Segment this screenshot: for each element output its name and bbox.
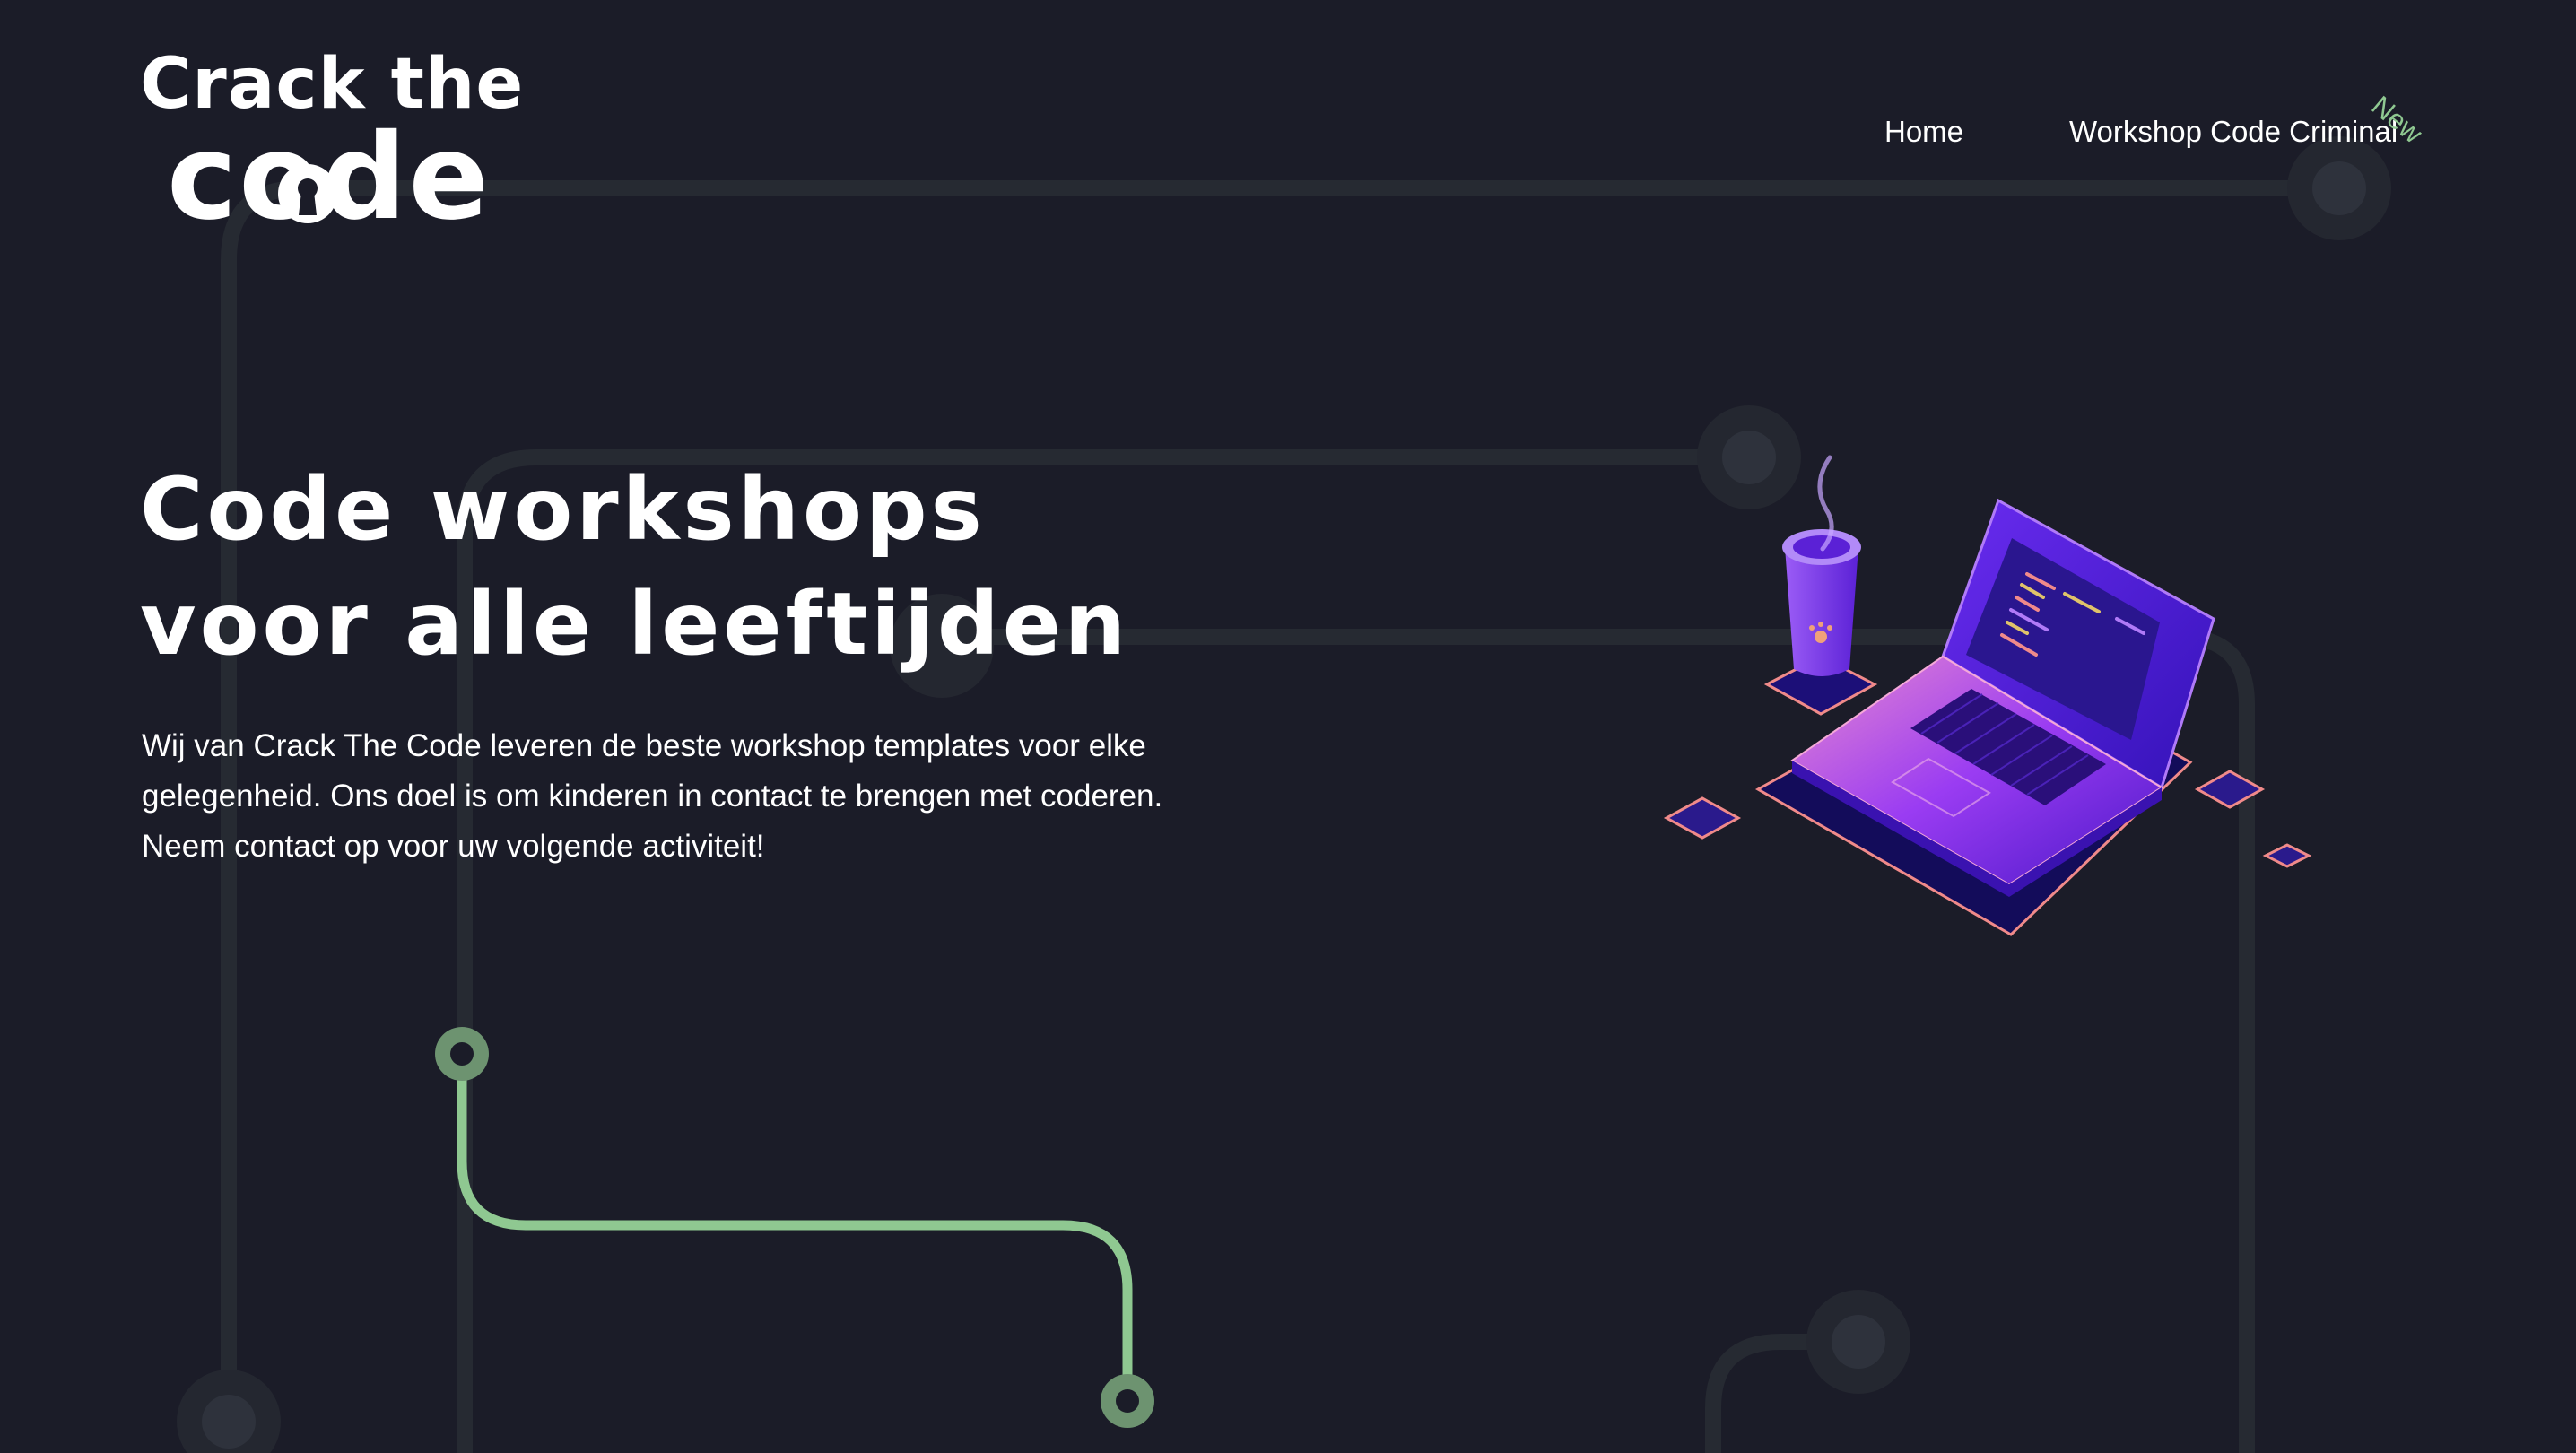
- hero-intro: Wij van Crack The Code leveren de beste …: [142, 728, 1163, 864]
- hero-title-line1: Code workshops: [140, 459, 986, 560]
- nav-item-home[interactable]: Home: [1884, 115, 1963, 149]
- nav-item-workshop-code-criminal[interactable]: Workshop Code Criminal: [2069, 115, 2398, 149]
- hero-title: Code workshops voor alle leeftijden: [140, 452, 1306, 682]
- active-circuit-path: [435, 1027, 1154, 1428]
- hero-title-line2: voor alle leeftijden: [140, 574, 1130, 674]
- laptop-illustration: [1663, 455, 2312, 936]
- main-nav: Home Workshop Code Criminal: [0, 115, 2576, 169]
